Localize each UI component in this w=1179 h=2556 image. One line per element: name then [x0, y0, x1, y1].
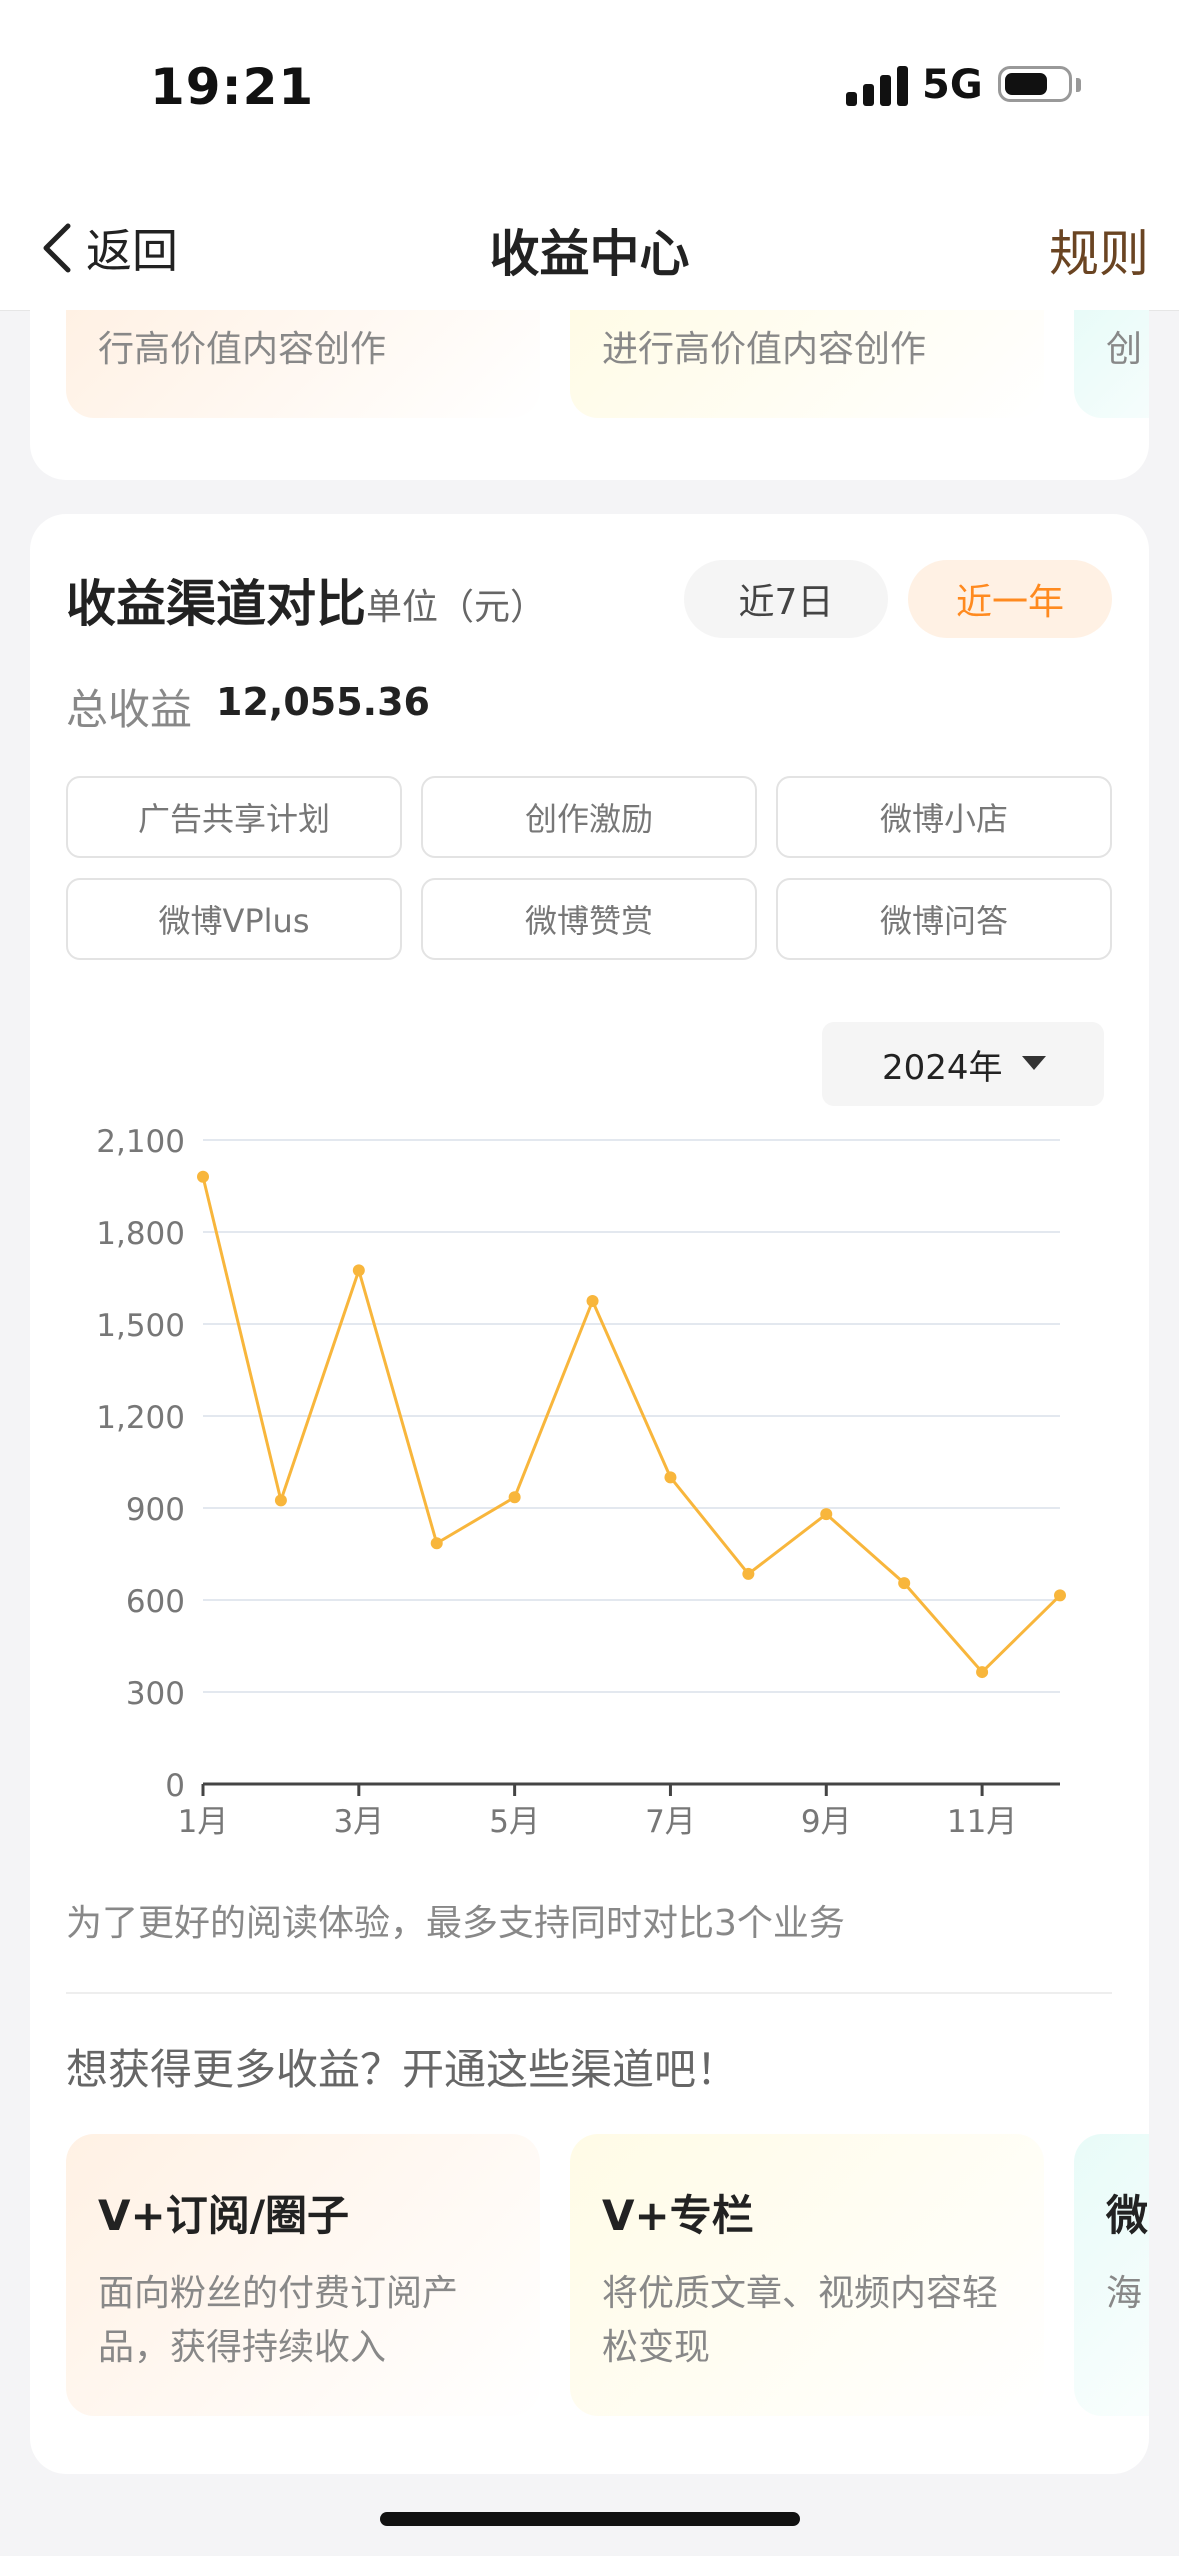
data-point: [976, 1666, 989, 1679]
promo-title: 微: [1106, 2191, 1149, 2240]
x-tick-label: 11月: [947, 1804, 1017, 1840]
data-point: [352, 1264, 365, 1277]
x-tick-label: 9月: [801, 1804, 852, 1840]
y-tick-label: 900: [126, 1492, 185, 1528]
data-point: [820, 1508, 833, 1521]
data-point: [1054, 1589, 1066, 1602]
battery-icon: [998, 66, 1072, 102]
y-tick-label: 300: [126, 1676, 185, 1712]
top-card-3[interactable]: 创: [1074, 310, 1149, 418]
y-tick-label: 600: [126, 1584, 185, 1620]
battery-tip: [1076, 78, 1081, 92]
top-card-desc: 进行高价值内容创作: [602, 329, 927, 370]
x-tick-label: 1月: [178, 1804, 229, 1840]
top-card-desc: 行高价值内容创作: [98, 329, 387, 370]
y-tick-label: 2,100: [96, 1124, 185, 1160]
data-point: [430, 1537, 443, 1550]
data-point: [664, 1471, 677, 1484]
data-point: [898, 1577, 911, 1590]
more-channels-title: 想获得更多收益？开通这些渠道吧！: [66, 2045, 739, 2094]
data-point: [586, 1295, 599, 1307]
promo-card-column[interactable]: V+专栏 将优质文章、视频内容轻松变现: [570, 2134, 1044, 2416]
home-indicator: [380, 2512, 800, 2526]
promo-desc: 面向粉丝的付费订阅产品，获得持续收入: [98, 2273, 459, 2368]
page-title: 收益中心: [489, 225, 690, 283]
y-tick-label: 0: [165, 1768, 185, 1804]
data-point: [742, 1567, 755, 1580]
x-tick-label: 5月: [489, 1804, 540, 1840]
promo-desc: 海: [1106, 2273, 1143, 2314]
status-time: 19:21: [150, 58, 315, 116]
promo-title: V+订阅/圈子: [98, 2191, 350, 2240]
network-type: 5G: [922, 62, 983, 108]
series-line: [201, 1176, 1062, 1674]
promo-desc: 将优质文章、视频内容轻松变现: [602, 2273, 999, 2368]
revenue-line-chart: 0 300 600 900 1,200 1,500 1,800 2,100 1月 3月 5月 7月 9月…: [96, 1124, 1066, 1840]
top-card-desc: 创: [1106, 329, 1143, 370]
divider: [66, 1992, 1112, 1994]
scrolled-card: 行高价值内容创作 进行高价值内容创作 创: [30, 310, 1149, 480]
data-point: [508, 1491, 521, 1504]
status-bar: 19:21 5G: [0, 0, 1179, 180]
promo-title: V+专栏: [602, 2191, 754, 2240]
y-tick-label: 1,800: [96, 1216, 185, 1252]
promo-card-subscription[interactable]: V+订阅/圈子 面向粉丝的付费订阅产品，获得持续收入: [66, 2134, 540, 2416]
nav-bar: 返回 收益中心 规则: [0, 180, 1179, 311]
x-tick-label: 7月: [645, 1804, 696, 1840]
data-point: [197, 1170, 209, 1183]
battery-level: [1005, 73, 1047, 95]
top-card-2[interactable]: 进行高价值内容创作: [570, 310, 1044, 418]
y-tick-label: 1,200: [96, 1400, 185, 1436]
compare-hint: 为了更好的阅读体验，最多支持同时对比3个业务: [66, 1903, 845, 1944]
promo-card-partial[interactable]: 微 海: [1074, 2134, 1149, 2416]
y-tick-label: 1,500: [96, 1308, 185, 1344]
top-card-1[interactable]: 行高价值内容创作: [66, 310, 540, 418]
cellular-signal-icon: [846, 64, 908, 106]
data-point: [274, 1494, 287, 1507]
revenue-channel-card: 收益渠道对比 单位（元） 近7日 近一年 总收益 12,055.36 广告共享计…: [30, 514, 1149, 2474]
x-tick-label: 3月: [333, 1804, 384, 1840]
rules-link[interactable]: 规则: [1049, 214, 1149, 286]
